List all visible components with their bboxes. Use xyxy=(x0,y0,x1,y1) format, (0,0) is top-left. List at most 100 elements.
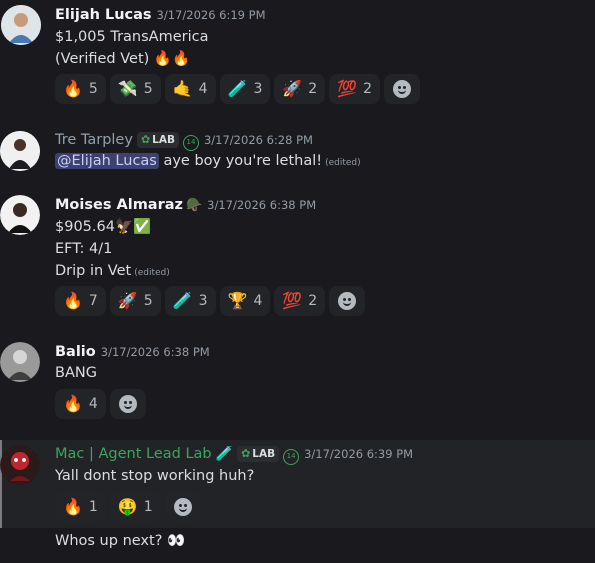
fire-icon: 🔥 xyxy=(63,79,83,98)
reaction-hundred[interactable]: 💯 2 xyxy=(329,74,381,104)
hundred-points-icon: 💯 xyxy=(337,79,358,98)
test-tube-icon: 🧪 xyxy=(172,291,193,310)
message-line-continuation: Whos up next? 👀 xyxy=(55,533,186,549)
timestamp: 3/17/2026 6:38 PM xyxy=(207,198,317,212)
add-reaction-button[interactable] xyxy=(329,286,366,316)
reaction-count: 5 xyxy=(143,293,153,309)
reaction-hundred[interactable]: 💯 2 xyxy=(274,286,326,316)
reaction-test-tube[interactable]: 🧪 3 xyxy=(164,286,216,316)
message-line: (Verified Vet) 🔥🔥 xyxy=(55,51,191,67)
message-line: Yall dont stop working huh? xyxy=(55,468,255,484)
reaction-fire[interactable]: 🔥 5 xyxy=(55,74,106,104)
reaction-count: 1 xyxy=(143,499,153,515)
reaction-rocket[interactable]: 🚀 2 xyxy=(274,74,326,104)
username[interactable]: Balio xyxy=(55,344,96,360)
message-balio: Balio 3/17/2026 6:38 PM BANG 🔥 4 xyxy=(0,342,595,422)
reaction-money[interactable]: 💸 5 xyxy=(109,74,161,104)
reaction-count: 2 xyxy=(363,81,373,97)
hundred-points-icon: 💯 xyxy=(282,291,303,310)
reaction-test-tube[interactable]: 🧪 3 xyxy=(219,74,271,104)
test-tube-badge-icon: 🧪 xyxy=(215,446,234,462)
leaf-icon: ✿ xyxy=(241,447,251,460)
role-tag: ✿ LAB xyxy=(237,446,280,462)
reactions-bar: 🔥 5 💸 5 🤙 4 🧪 3 🚀 2 💯 2 xyxy=(55,74,421,104)
role-tag: ✿ LAB xyxy=(136,132,179,148)
level-badge-icon: 14 xyxy=(283,449,300,465)
add-reaction-button[interactable] xyxy=(109,389,146,419)
reaction-count: 1 xyxy=(88,499,98,515)
avatar[interactable] xyxy=(0,195,40,235)
username[interactable]: Elijah Lucas xyxy=(55,7,152,23)
reaction-count: 4 xyxy=(88,396,98,412)
reaction-rocket[interactable]: 🚀 5 xyxy=(109,286,161,316)
message-moises-almaraz: Moises Almaraz 🪖 3/17/2026 6:38 PM $905.64… xyxy=(0,195,595,316)
reaction-count: 4 xyxy=(253,293,263,309)
message-mac-agent-lead-lab: Mac | Agent Lead Lab 🧪 ✿ LAB 14 3/17/2026 6:3… xyxy=(0,444,595,524)
reaction-fire[interactable]: 🔥 1 xyxy=(55,492,106,522)
reaction-fire[interactable]: 🔥 4 xyxy=(55,389,106,419)
message-header: Tre Tarpley ✿ LAB 14 3/17/2026 6:28 PM xyxy=(55,130,313,151)
timestamp: 3/17/2026 6:28 PM xyxy=(203,133,313,147)
trophy-icon: 🏆 xyxy=(227,291,248,310)
edited-label: (edited) xyxy=(325,158,361,168)
level-badge-icon: 14 xyxy=(182,135,199,151)
username[interactable]: Moises Almaraz xyxy=(55,197,183,213)
reaction-trophy[interactable]: 🏆 4 xyxy=(219,286,271,316)
message-text: aye boy you're lethal! xyxy=(163,153,323,169)
call-me-hand-icon: 🤙 xyxy=(172,79,193,98)
reactions-bar: 🔥 7 🚀 5 🧪 3 🏆 4 💯 2 xyxy=(55,286,366,316)
add-reaction-button[interactable] xyxy=(384,74,421,104)
message-line: $905.64🦅✅ xyxy=(55,219,152,235)
username[interactable]: Tre Tarpley xyxy=(55,132,133,148)
reaction-fire[interactable]: 🔥 7 xyxy=(55,286,106,316)
username[interactable]: Mac | Agent Lead Lab xyxy=(55,446,212,462)
reaction-count: 2 xyxy=(308,81,318,97)
reactions-bar: 🔥 1 🤑 1 xyxy=(55,492,201,522)
smiley-icon xyxy=(173,498,192,516)
message-header: Moises Almaraz 🪖 3/17/2026 6:38 PM xyxy=(55,195,316,216)
test-tube-icon: 🧪 xyxy=(227,79,248,98)
reaction-count: 3 xyxy=(253,81,263,97)
reaction-count: 5 xyxy=(88,81,98,97)
money-mouth-face-icon: 🤑 xyxy=(117,497,138,516)
message-elijah-lucas: Elijah Lucas 3/17/2026 6:19 PM $1,005 Tra… xyxy=(0,5,595,105)
timestamp: 3/17/2026 6:39 PM xyxy=(304,447,414,461)
message-line: $1,005 TransAmerica xyxy=(55,29,209,45)
message-header: Mac | Agent Lead Lab 🧪 ✿ LAB 14 3/17/2026 6:3… xyxy=(55,444,413,465)
fire-icon: 🔥 xyxy=(63,291,83,310)
reaction-count: 3 xyxy=(198,293,208,309)
smiley-icon xyxy=(118,395,137,413)
reaction-money-mouth[interactable]: 🤑 1 xyxy=(109,492,161,522)
reaction-count: 7 xyxy=(88,293,98,309)
message-line: BANG xyxy=(55,365,97,381)
reaction-count: 4 xyxy=(198,81,208,97)
money-with-wings-icon: 💸 xyxy=(117,79,138,98)
smiley-icon xyxy=(338,292,357,310)
message-header: Elijah Lucas 3/17/2026 6:19 PM xyxy=(55,5,266,25)
message-line: EFT: 4/1 xyxy=(55,241,113,257)
helmet-badge-icon: 🪖 xyxy=(185,198,203,213)
timestamp: 3/17/2026 6:19 PM xyxy=(156,8,266,22)
rocket-icon: 🚀 xyxy=(117,291,138,310)
avatar[interactable] xyxy=(0,445,40,485)
reaction-count: 2 xyxy=(308,293,318,309)
leaf-icon: ✿ xyxy=(140,133,151,146)
reactions-bar: 🔥 4 xyxy=(55,389,146,419)
timestamp: 3/17/2026 6:38 PM xyxy=(100,345,210,359)
message-header: Balio 3/17/2026 6:38 PM xyxy=(55,342,210,362)
fire-icon: 🔥 xyxy=(63,394,83,413)
rocket-icon: 🚀 xyxy=(282,79,303,98)
message-line: Drip in Vet (edited) xyxy=(55,263,170,279)
avatar[interactable] xyxy=(0,342,40,382)
fire-icon: 🔥 xyxy=(63,497,83,516)
avatar[interactable] xyxy=(1,5,41,45)
reaction-count: 5 xyxy=(143,81,153,97)
message-tre-tarpley: Tre Tarpley ✿ LAB 14 3/17/2026 6:28 PM @Elij… xyxy=(0,130,595,180)
smiley-icon xyxy=(393,80,412,98)
edited-label: (edited) xyxy=(134,268,170,278)
message-line: @Elijah Lucas aye boy you're lethal! (edi… xyxy=(55,150,361,174)
avatar[interactable] xyxy=(0,131,40,171)
reaction-call-me[interactable]: 🤙 4 xyxy=(164,74,216,104)
add-reaction-button[interactable] xyxy=(164,492,201,522)
user-mention[interactable]: @Elijah Lucas xyxy=(55,153,159,169)
